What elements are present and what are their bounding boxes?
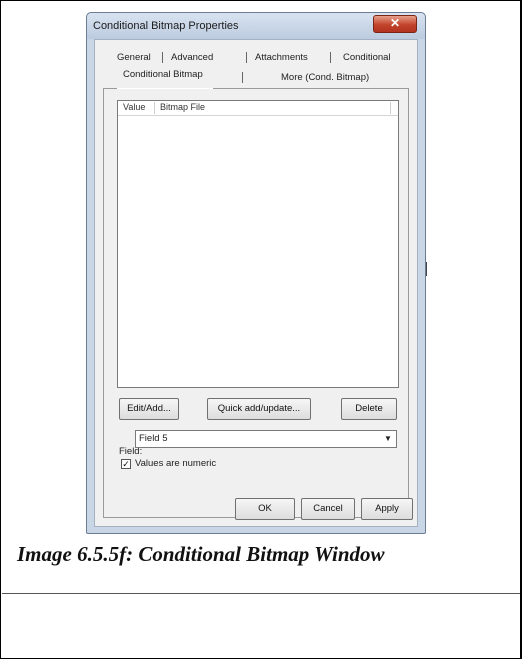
- values-numeric-checkbox[interactable]: ✓: [121, 459, 131, 469]
- close-button[interactable]: ✕: [373, 15, 417, 33]
- figure-caption: Image 6.5.5f: Conditional Bitmap Window: [17, 542, 385, 566]
- dialog-client-area: General Advanced Attachments Conditional…: [94, 39, 418, 527]
- tab-separator: [162, 52, 163, 63]
- field-select-value: Field 5: [139, 433, 168, 444]
- tab-more-cond-bitmap[interactable]: More (Cond. Bitmap): [281, 72, 369, 83]
- list-header: Value Bitmap File: [118, 101, 398, 116]
- delete-button[interactable]: Delete: [341, 398, 397, 420]
- tab-advanced[interactable]: Advanced: [171, 52, 213, 63]
- tab-attachments[interactable]: Attachments: [255, 52, 308, 63]
- column-header-value[interactable]: Value: [123, 102, 145, 112]
- close-icon: ✕: [389, 16, 401, 30]
- tab-separator: [242, 72, 243, 83]
- ok-button[interactable]: OK: [235, 498, 295, 520]
- field-select[interactable]: Field 5 ▼: [135, 430, 397, 448]
- active-tab-indicator: [117, 88, 213, 89]
- values-numeric-label[interactable]: Values are numeric: [135, 458, 216, 469]
- column-divider: [154, 102, 155, 114]
- column-divider: [390, 102, 391, 114]
- chevron-down-icon[interactable]: ▼: [381, 432, 395, 446]
- tab-separator: [246, 52, 247, 63]
- cancel-button[interactable]: Cancel: [301, 498, 355, 520]
- bitmap-list[interactable]: Value Bitmap File: [117, 100, 399, 388]
- conditional-bitmap-dialog: Conditional Bitmap Properties ✕ General …: [86, 12, 426, 534]
- dialog-title: Conditional Bitmap Properties: [93, 20, 239, 32]
- tab-separator: [330, 52, 331, 63]
- quick-add-update-button[interactable]: Quick add/update...: [207, 398, 311, 420]
- tab-conditional[interactable]: Conditional: [343, 52, 391, 63]
- column-header-bitmap-file[interactable]: Bitmap File: [160, 102, 205, 112]
- edit-add-button[interactable]: Edit/Add...: [119, 398, 179, 420]
- tab-conditional-bitmap[interactable]: Conditional Bitmap: [123, 69, 203, 80]
- apply-button[interactable]: Apply: [361, 498, 413, 520]
- title-bar[interactable]: Conditional Bitmap Properties ✕: [87, 13, 425, 39]
- document-divider: [2, 593, 520, 594]
- tab-general[interactable]: General: [117, 52, 151, 63]
